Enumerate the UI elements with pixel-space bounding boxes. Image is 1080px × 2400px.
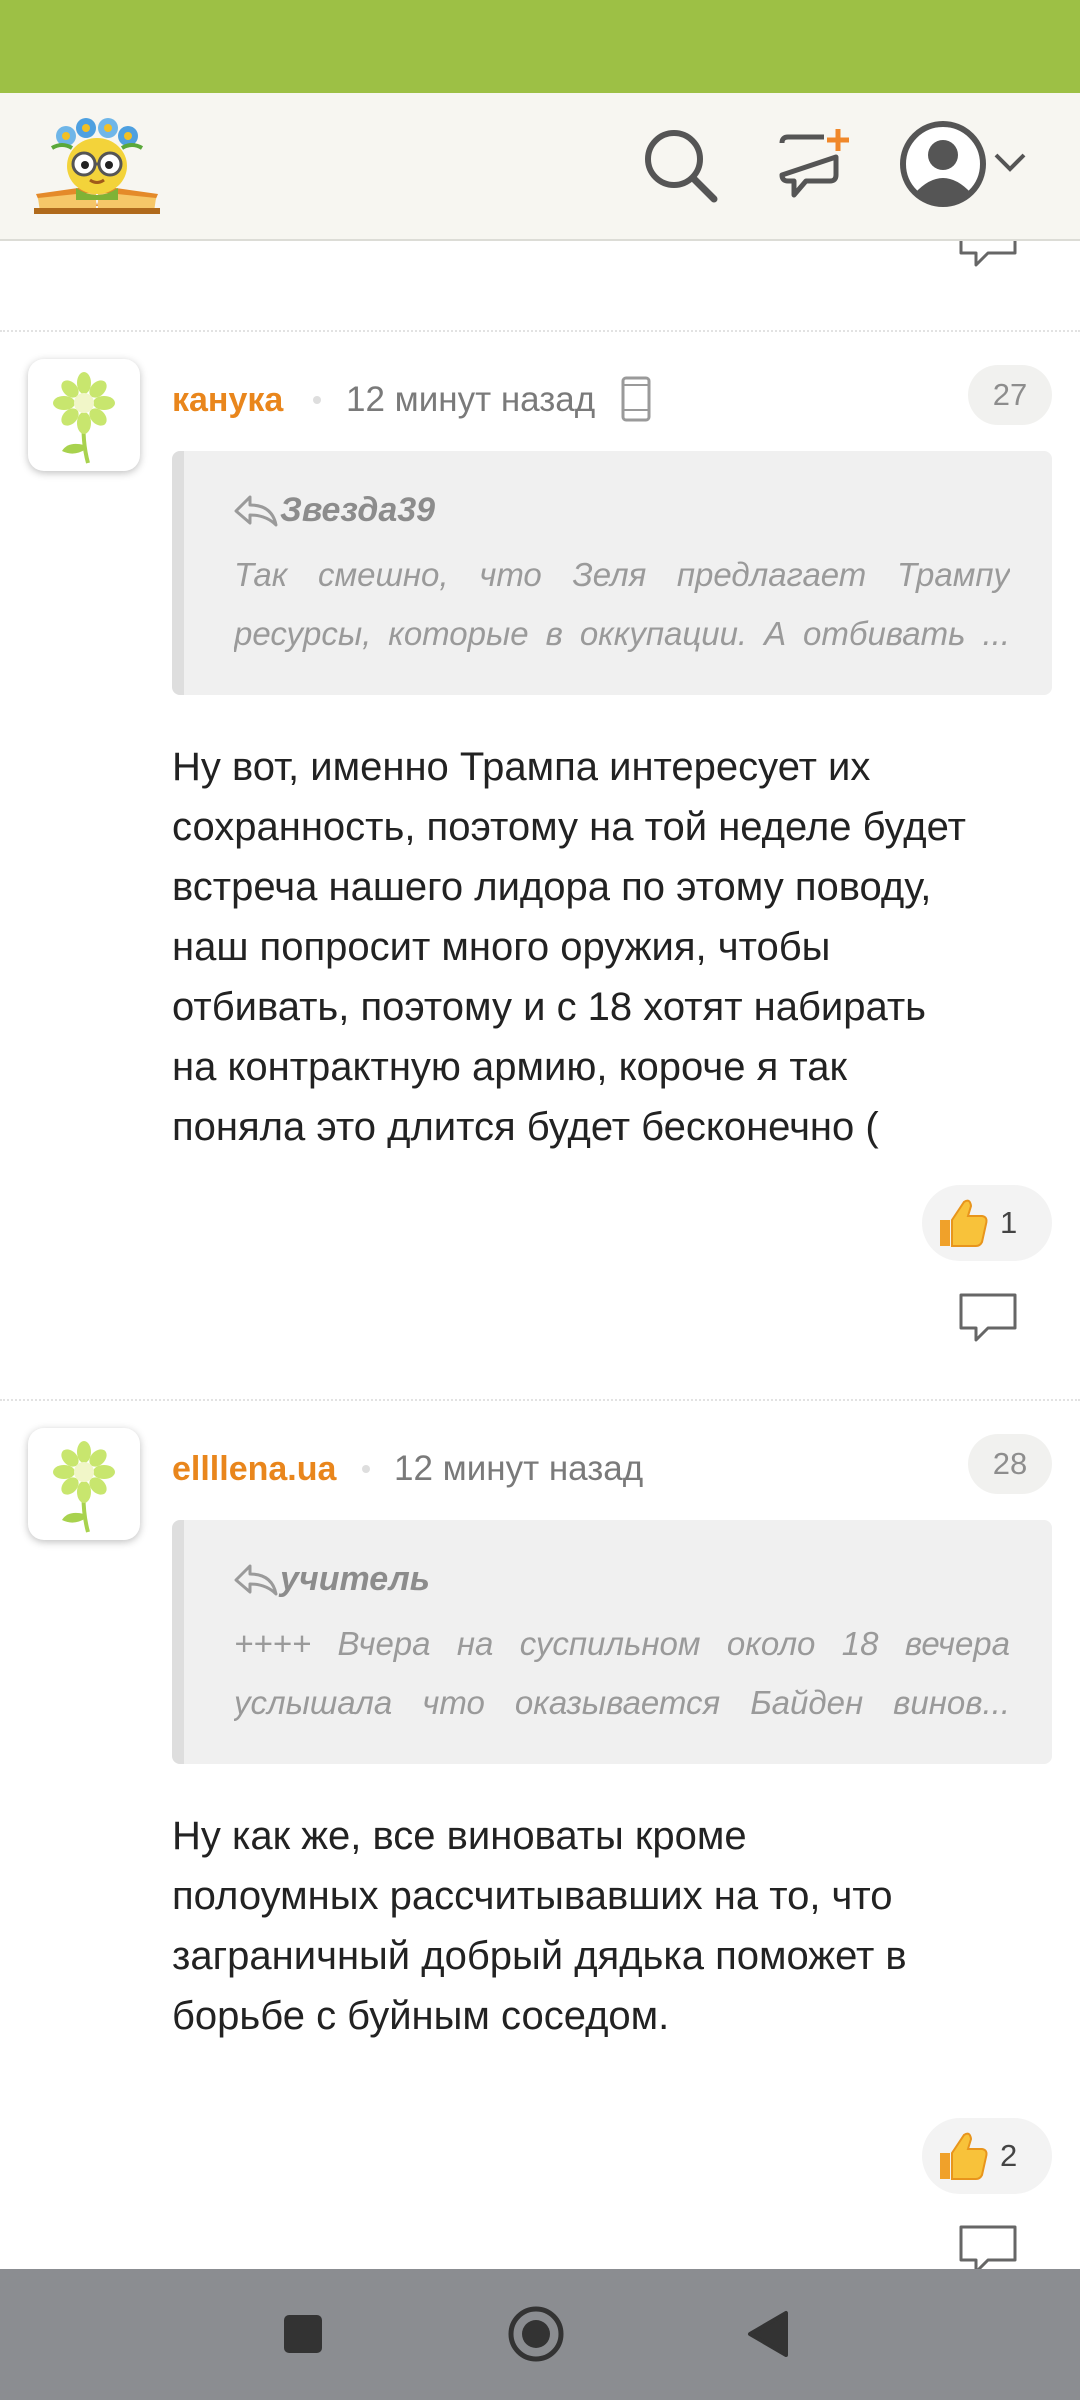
comment-item: ellllena.ua 12 минут назад 28 учитель ++… <box>0 1424 1080 2269</box>
comment-divider <box>0 1399 1080 1401</box>
like-button[interactable]: 2 <box>922 2118 1052 2194</box>
comment-author[interactable]: канука <box>172 381 283 420</box>
quote-author: учитель <box>280 1560 430 1598</box>
new-post-icon <box>779 129 849 198</box>
reply-icon <box>959 241 1017 267</box>
quote-text: Так смешно, что Зеля предлагает Трампу р… <box>234 556 1010 652</box>
back-triangle-icon <box>748 2311 788 2357</box>
mobile-device-icon <box>620 375 652 428</box>
reply-button[interactable] <box>958 2224 1018 2269</box>
profile-icon <box>900 121 986 207</box>
comments-feed[interactable]: канука 12 минут назад 27 Звезда39 Так см… <box>0 241 1080 2269</box>
like-count: 1 <box>1000 1205 1018 1240</box>
back-button[interactable] <box>746 2309 790 2364</box>
recents-square-icon <box>284 2315 322 2353</box>
comment-number-badge[interactable]: 27 <box>968 365 1052 425</box>
comment-body: Ну как же, все виноваты кроме полоумных … <box>172 1814 907 2038</box>
status-bar <box>0 0 1080 93</box>
recents-button[interactable] <box>282 2313 324 2360</box>
search-button[interactable] <box>640 125 720 205</box>
system-nav-bar <box>0 2269 1080 2400</box>
comment-time: 12 минут назад <box>394 1449 644 1488</box>
comment-number-badge[interactable]: 28 <box>968 1434 1052 1494</box>
reply-icon <box>959 2225 1017 2269</box>
app-header <box>0 93 1080 241</box>
quoted-comment[interactable]: Звезда39 Так смешно, что Зеля предлагает… <box>172 451 1052 695</box>
comment-item: канука 12 минут назад 27 Звезда39 Так см… <box>0 355 1080 1355</box>
home-circle-icon <box>508 2306 564 2362</box>
comment-author[interactable]: ellllena.ua <box>172 1450 336 1489</box>
quote-text: ++++ Вчера на суспильном около 18 вечера… <box>234 1625 1010 1721</box>
reply-button[interactable] <box>958 1292 1018 1344</box>
thumbs-up-icon <box>940 1199 988 1247</box>
flower-avatar-icon <box>53 372 115 464</box>
site-logo[interactable] <box>32 108 162 216</box>
quote-arrow-icon <box>234 495 278 527</box>
thumbs-up-icon <box>940 2132 988 2180</box>
profile-button[interactable] <box>898 119 988 209</box>
separator-dot <box>313 396 321 404</box>
avatar[interactable] <box>28 359 140 471</box>
separator-dot <box>362 1465 370 1473</box>
reply-icon <box>959 1293 1017 1342</box>
quote-arrow-icon <box>234 1564 278 1596</box>
home-button[interactable] <box>507 2305 565 2368</box>
like-count: 2 <box>1000 2138 1018 2173</box>
profile-menu-toggle[interactable] <box>990 143 1030 183</box>
quote-author: Звезда39 <box>280 491 436 529</box>
avatar[interactable] <box>28 1428 140 1540</box>
comment-time: 12 минут назад <box>346 380 596 419</box>
comment-divider <box>0 330 1080 332</box>
search-icon <box>645 130 718 203</box>
flower-avatar-icon <box>53 1441 115 1533</box>
chevron-down-icon <box>994 153 1026 172</box>
like-button[interactable]: 1 <box>922 1185 1052 1261</box>
comment-body: Ну вот, именно Трампа интересует их сохр… <box>172 745 966 1149</box>
quoted-comment[interactable]: учитель ++++ Вчера на суспильном около 1… <box>172 1520 1052 1764</box>
reply-button[interactable] <box>958 241 1018 269</box>
new-post-button[interactable] <box>772 125 858 205</box>
